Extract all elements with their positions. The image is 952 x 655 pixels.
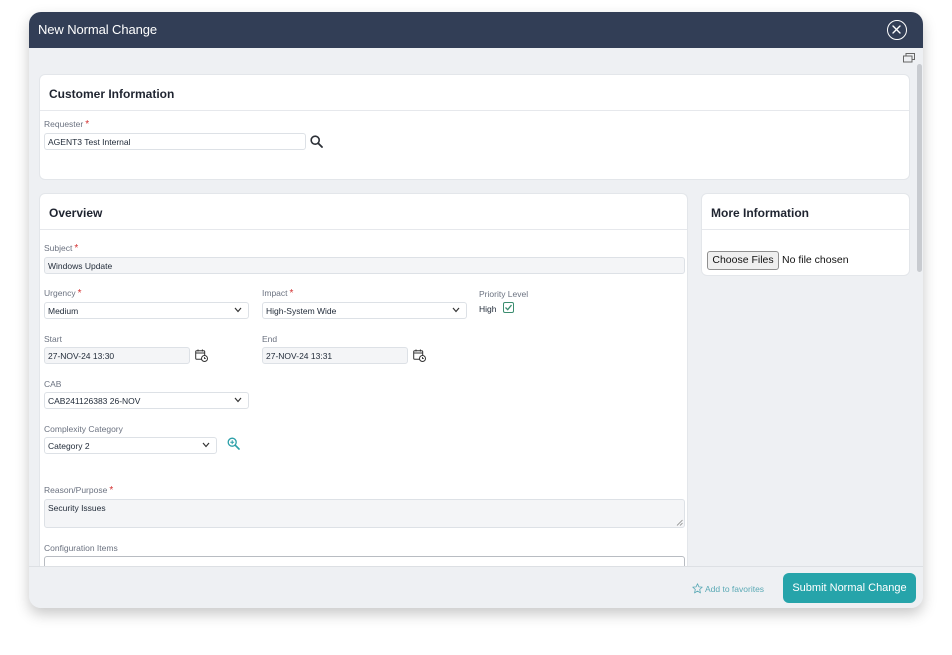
section-title: Overview <box>49 206 103 220</box>
dialog-title: New Normal Change <box>38 22 157 37</box>
resize-handle-icon[interactable] <box>676 519 683 526</box>
required-mark: * <box>85 119 90 130</box>
section-header: Overview <box>40 194 687 230</box>
required-mark: * <box>74 243 79 254</box>
urgency-select[interactable]: Medium <box>44 302 249 319</box>
chevron-down-icon <box>452 307 460 313</box>
restore-window-icon[interactable] <box>903 53 915 63</box>
checkbox-checked-icon[interactable] <box>503 302 514 313</box>
chevron-down-icon <box>202 442 210 448</box>
section-header: Customer Information <box>40 75 909 111</box>
calendar-clock-icon[interactable] <box>195 349 208 362</box>
cab-label: CAB <box>44 379 62 389</box>
search-icon[interactable] <box>310 135 323 148</box>
required-mark: * <box>109 485 114 496</box>
calendar-clock-icon[interactable] <box>413 349 426 362</box>
priority-level-label: Priority Level <box>479 289 529 299</box>
required-mark: * <box>289 288 294 299</box>
subject-input[interactable]: Windows Update <box>44 257 685 274</box>
reason-purpose-label: Reason/Purpose * <box>44 485 114 496</box>
chevron-down-icon <box>234 307 242 313</box>
complexity-category-select[interactable]: Category 2 <box>44 437 217 454</box>
section-header: More Information <box>702 194 909 230</box>
vertical-scrollbar[interactable] <box>917 64 922 272</box>
complexity-category-label: Complexity Category <box>44 424 123 434</box>
cab-value: CAB241126383 26-NOV <box>48 396 141 406</box>
subject-label: Subject * <box>44 243 79 254</box>
add-to-favorites-label: Add to favorites <box>705 584 765 594</box>
requester-label: Requester * <box>44 119 90 130</box>
start-datetime-input[interactable]: 27-NOV-24 13:30 <box>44 347 190 364</box>
close-icon[interactable] <box>887 20 907 40</box>
end-datetime-input[interactable]: 27-NOV-24 13:31 <box>262 347 408 364</box>
new-normal-change-dialog: New Normal Change Customer Information R… <box>29 12 923 608</box>
star-outline-icon <box>692 583 703 594</box>
no-file-chosen-text: No file chosen <box>782 254 849 266</box>
overview-section: Overview Subject * Windows Update Urgency… <box>39 193 688 576</box>
impact-select[interactable]: High-System Wide <box>262 302 467 319</box>
section-title: Customer Information <box>49 87 175 101</box>
reason-purpose-textarea[interactable]: Security Issues <box>44 499 685 528</box>
section-title: More Information <box>711 206 809 220</box>
dialog-footer: Add to favorites Submit Normal Change <box>29 566 923 608</box>
more-information-section: More Information Choose Files No file ch… <box>701 193 910 276</box>
urgency-value: Medium <box>48 306 79 316</box>
urgency-label: Urgency * <box>44 288 82 299</box>
submit-normal-change-button[interactable]: Submit Normal Change <box>783 573 916 603</box>
impact-label: Impact * <box>262 288 294 299</box>
end-label: End <box>262 334 278 344</box>
impact-value: High-System Wide <box>266 306 337 316</box>
cab-select[interactable]: CAB241126383 26-NOV <box>44 392 249 409</box>
zoom-in-icon[interactable] <box>227 437 240 450</box>
dialog-titlebar: New Normal Change <box>29 12 923 48</box>
customer-information-section: Customer Information Requester * AGENT3 T… <box>39 74 910 180</box>
configuration-items-label: Configuration Items <box>44 543 118 553</box>
choose-files-button[interactable]: Choose Files <box>707 251 779 270</box>
chevron-down-icon <box>234 397 242 403</box>
required-mark: * <box>77 288 82 299</box>
add-to-favorites-link[interactable]: Add to favorites <box>692 583 764 594</box>
start-label: Start <box>44 334 62 344</box>
priority-level-value: High <box>479 304 497 314</box>
complexity-category-value: Category 2 <box>48 441 90 451</box>
requester-field[interactable]: AGENT3 Test Internal <box>44 133 306 150</box>
